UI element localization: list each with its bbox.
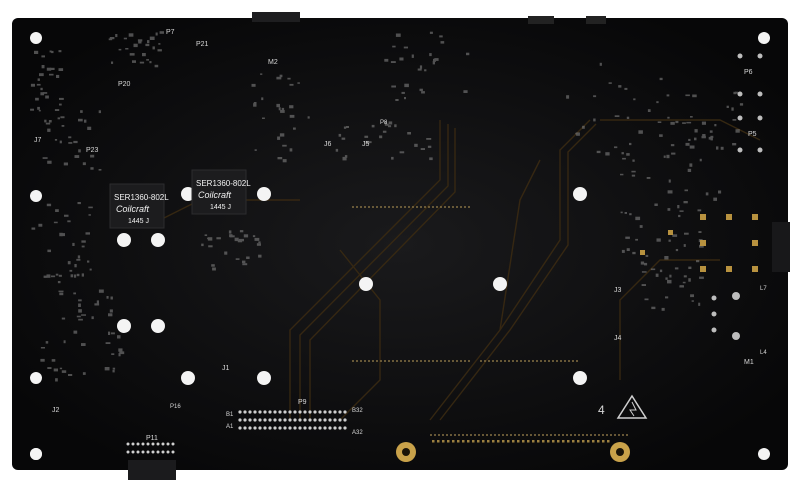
top-connector-left [252,12,300,22]
label-l7: L7 [760,286,767,292]
mounting-hole [117,233,131,247]
label-b1: B1 [226,412,234,418]
mounting-hole [181,371,195,385]
label-p23: P23 [86,147,99,154]
label-j4: J4 [614,335,622,342]
label-p7: P7 [166,29,175,36]
bottom-connector [128,460,176,480]
top-connector-right [586,16,606,24]
label-a1: A1 [226,424,234,430]
inductor-left-part: SER1360-802L [114,193,169,202]
label-rev: 4 [598,403,605,417]
mounting-hole [359,277,373,291]
label-a32: A32 [352,430,363,436]
label-j7: J7 [34,137,42,144]
mounting-hole [257,187,271,201]
mounting-hole [30,190,42,202]
label-p9: P9 [298,399,307,406]
mounting-hole [117,319,131,333]
label-l4: L4 [760,350,767,356]
label-j1: J1 [222,365,230,372]
label-p6: P6 [744,69,753,76]
label-p21: P21 [196,41,209,48]
mounting-hole [151,319,165,333]
label-p20: P20 [118,81,131,88]
label-j3: J3 [614,287,622,294]
label-p8: P8 [380,120,388,126]
mounting-hole [493,277,507,291]
inductor-left-code: 1445 J [128,218,149,225]
mounting-hole [573,187,587,201]
mounting-hole [758,448,770,460]
inductor-right-brand: Coilcraft [198,190,232,200]
mounting-hole [758,32,770,44]
mounting-hole [30,32,42,44]
right-edge-connector [772,222,790,272]
label-m1: M1 [744,359,754,366]
inductor-right-code: 1445 J [210,204,231,211]
inductor-right: SER1360-802L Coilcraft 1445 J [191,169,251,215]
label-p5: P5 [748,131,757,138]
inductor-right-part: SER1360-802L [196,179,251,188]
mounting-hole [151,233,165,247]
label-b32: B32 [352,408,363,414]
label-m2: M2 [268,59,278,66]
inductor-left: SER1360-802L Coilcraft 1445 J [109,183,169,229]
label-j5: J5 [362,141,370,148]
label-j2: J2 [52,407,60,414]
top-connector-mid [528,16,554,24]
label-p16: P16 [170,404,181,410]
mounting-hole [30,448,42,460]
mounting-hole [30,372,42,384]
mounting-hole [257,371,271,385]
inductor-left-brand: Coilcraft [116,204,150,214]
mounting-hole [573,371,587,385]
label-p11: P11 [146,435,158,442]
label-j6: J6 [324,141,332,148]
pcb-photo: SER1360-802L Coilcraft 1445 J SER1360-80… [12,12,790,480]
